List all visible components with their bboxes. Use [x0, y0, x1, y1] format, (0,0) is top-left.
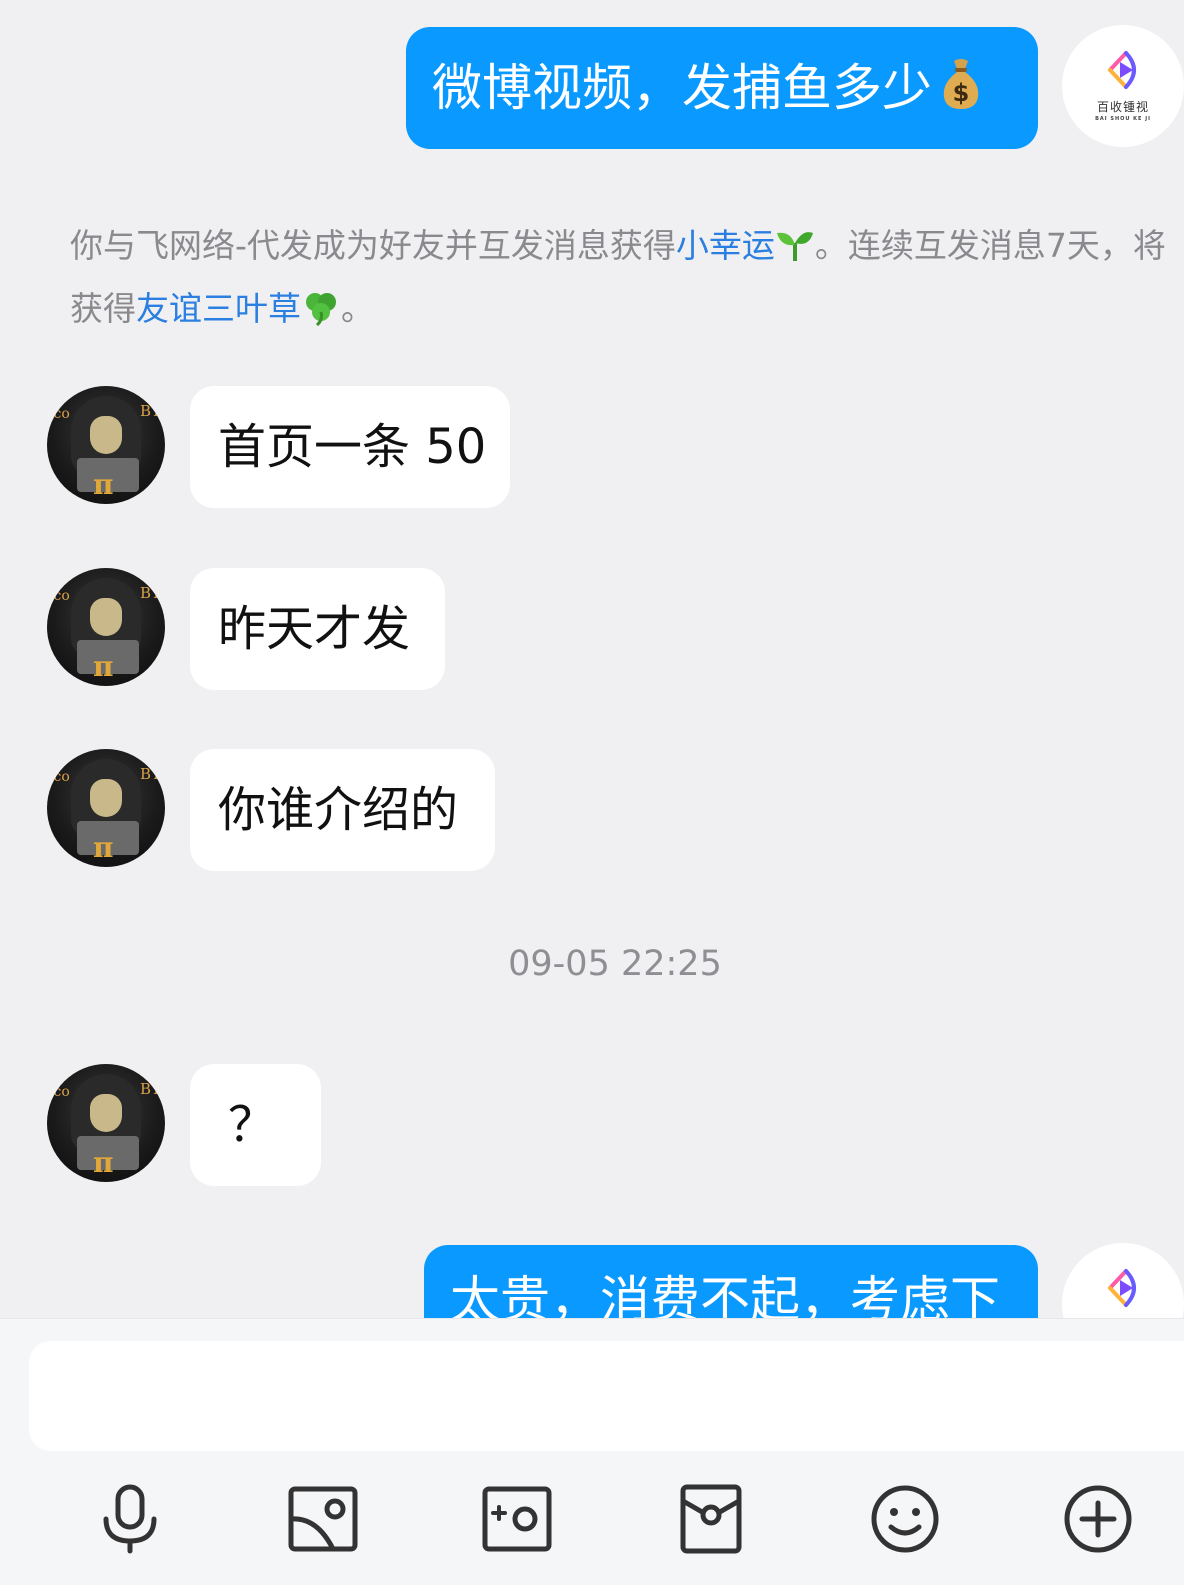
avatar-symbol: π — [93, 468, 114, 501]
avatar-text-right: BT — [139, 402, 161, 420]
notice-text: 。 — [341, 289, 374, 328]
message-text: 微博视频，发捕鱼多少 — [432, 59, 932, 117]
chat-area: 微博视频，发捕鱼多少 $ 百收锺视 BAI SHOU KE JI 你与飞网络-代… — [0, 0, 1184, 1318]
avatar-text-left: ico — [49, 769, 70, 785]
avatar-text-left: ico — [49, 1084, 70, 1100]
message-text: 首页一条 50 — [218, 419, 487, 475]
message-input[interactable] — [29, 1341, 1184, 1451]
avatar-symbol: π — [93, 831, 114, 864]
system-notice: 你与飞网络-代发成为好友并互发消息获得小幸运 。连续互发消息7天，将获得友谊三叶… — [70, 214, 1170, 340]
svg-text:$: $ — [953, 79, 970, 107]
incoming-message-bubble[interactable]: ？ — [190, 1064, 321, 1186]
outgoing-message-bubble[interactable]: 微博视频，发捕鱼多少 $ — [406, 27, 1038, 149]
contact-avatar[interactable]: ico BT π — [47, 749, 165, 867]
brand-subtitle: BAI SHOU KE JI — [1095, 116, 1151, 122]
avatar-text-left: ico — [49, 588, 70, 604]
emoji-icon[interactable] — [869, 1483, 941, 1555]
input-panel — [0, 1318, 1184, 1585]
avatar-text-right: BT — [139, 584, 161, 602]
microphone-icon[interactable] — [94, 1483, 166, 1555]
sprout-emoji-icon — [775, 220, 815, 261]
contact-avatar[interactable]: ico BT π — [47, 386, 165, 504]
message-text: 太贵，消费不起，考虑下 — [450, 1271, 1000, 1318]
self-avatar[interactable] — [1062, 1243, 1184, 1318]
red-packet-icon[interactable] — [675, 1483, 747, 1555]
avatar-text-left: ico — [49, 406, 70, 422]
camera-icon[interactable] — [481, 1483, 553, 1555]
self-avatar[interactable]: 百收锺视 BAI SHOU KE JI — [1062, 25, 1184, 147]
incoming-message-bubble[interactable]: 首页一条 50 — [190, 386, 510, 508]
message-timestamp: 09-05 22:25 — [508, 944, 722, 984]
incoming-message-bubble[interactable]: 你谁介绍的 — [190, 749, 495, 871]
contact-avatar[interactable]: ico BT π — [47, 568, 165, 686]
message-text: 昨天才发 — [218, 601, 411, 657]
avatar-symbol: π — [93, 1146, 114, 1179]
brand-name: 百收锺视 — [1096, 100, 1149, 114]
message-text: ？ — [228, 1097, 277, 1153]
friendship-clover-link[interactable]: 友谊三叶草 — [136, 289, 301, 328]
avatar-text-right: BT — [139, 765, 161, 783]
brand-logo-icon — [1108, 51, 1136, 89]
photo-icon[interactable] — [287, 1483, 359, 1555]
avatar-symbol: π — [93, 650, 114, 683]
money-bag-emoji-icon: $ — [940, 33, 982, 109]
plus-icon[interactable] — [1062, 1483, 1134, 1555]
brand-logo-icon — [1108, 1269, 1136, 1307]
notice-text: 你与飞网络-代发成为好友并互发消息获得 — [70, 226, 676, 265]
avatar-text-right: BT — [139, 1080, 161, 1098]
message-text: 你谁介绍的 — [218, 782, 459, 838]
clover-emoji-icon — [301, 283, 341, 327]
incoming-message-bubble[interactable]: 昨天才发 — [190, 568, 445, 690]
outgoing-message-bubble[interactable]: 太贵，消费不起，考虑下 — [424, 1245, 1038, 1318]
little-luck-link[interactable]: 小幸运 — [676, 226, 775, 265]
contact-avatar[interactable]: ico BT π — [47, 1064, 165, 1182]
